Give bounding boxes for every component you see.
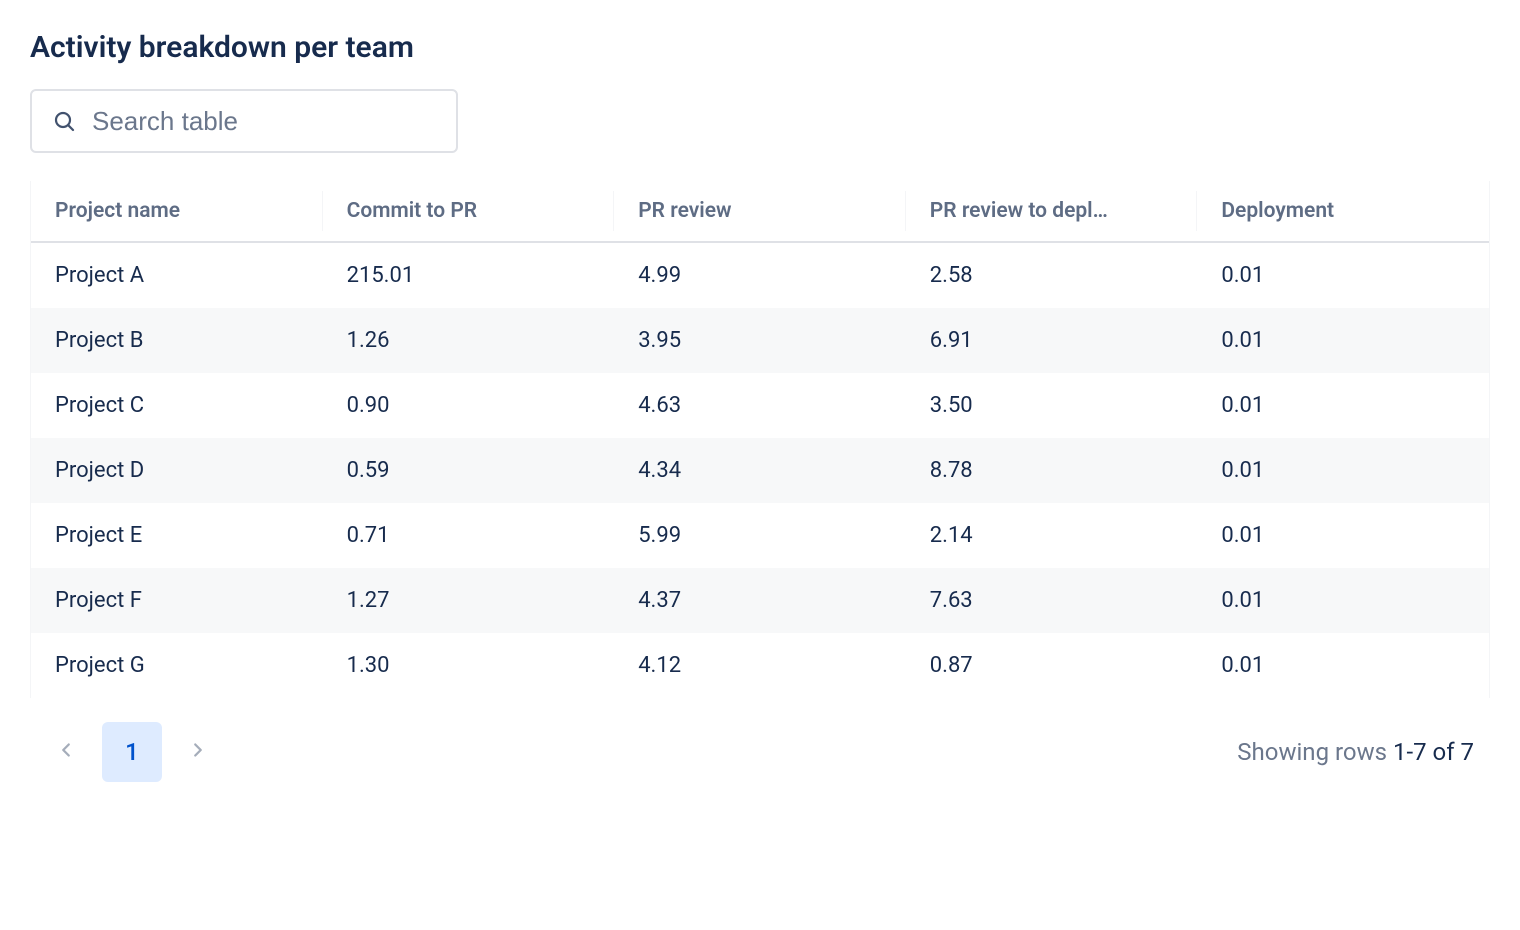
table-row: Project G1.304.120.870.01 [31, 633, 1489, 698]
col-pr-review-to-deploy[interactable]: PR review to depl… [906, 181, 1198, 242]
table-cell: Project C [31, 373, 323, 438]
chevron-right-icon [187, 739, 209, 765]
table-row: Project B1.263.956.910.01 [31, 308, 1489, 373]
chevron-left-icon [55, 739, 77, 765]
page-title: Activity breakdown per team [30, 30, 1490, 65]
table-cell: 8.78 [906, 438, 1198, 503]
pagination-controls: 1 [46, 722, 218, 782]
table-cell: Project A [31, 242, 323, 308]
table-row: Project F1.274.377.630.01 [31, 568, 1489, 633]
table-cell: Project E [31, 503, 323, 568]
table-header-row: Project name Commit to PR PR review PR r… [31, 181, 1489, 242]
col-pr-review[interactable]: PR review [614, 181, 906, 242]
table-cell: Project G [31, 633, 323, 698]
table-cell: 0.90 [323, 373, 615, 438]
table-cell: 4.99 [614, 242, 906, 308]
table-cell: 0.01 [1197, 242, 1489, 308]
table-cell: Project F [31, 568, 323, 633]
search-input[interactable] [92, 106, 436, 137]
table-cell: 4.37 [614, 568, 906, 633]
table-cell: 1.30 [323, 633, 615, 698]
activity-table: Project name Commit to PR PR review PR r… [31, 181, 1489, 698]
search-icon [52, 109, 76, 133]
table-cell: 0.01 [1197, 438, 1489, 503]
table-cell: 2.14 [906, 503, 1198, 568]
prev-page-button[interactable] [46, 732, 86, 772]
table-cell: 7.63 [906, 568, 1198, 633]
table-cell: 6.91 [906, 308, 1198, 373]
col-deployment[interactable]: Deployment [1197, 181, 1489, 242]
table-cell: 3.50 [906, 373, 1198, 438]
table-cell: 0.01 [1197, 308, 1489, 373]
col-commit-to-pr[interactable]: Commit to PR [323, 181, 615, 242]
table-cell: 0.71 [323, 503, 615, 568]
table-cell: 0.87 [906, 633, 1198, 698]
table-cell: 4.63 [614, 373, 906, 438]
table-row: Project A215.014.992.580.01 [31, 242, 1489, 308]
table-cell: 0.01 [1197, 503, 1489, 568]
table-cell: Project D [31, 438, 323, 503]
page-number-button[interactable]: 1 [102, 722, 162, 782]
table-row: Project E0.715.992.140.01 [31, 503, 1489, 568]
rows-info-range: 1-7 of 7 [1393, 738, 1474, 766]
table-cell: 3.95 [614, 308, 906, 373]
table-cell: Project B [31, 308, 323, 373]
table-cell: 2.58 [906, 242, 1198, 308]
rows-info: Showing rows 1-7 of 7 [1237, 738, 1474, 766]
pagination-row: 1 Showing rows 1-7 of 7 [30, 698, 1490, 790]
table-cell: 215.01 [323, 242, 615, 308]
table-row: Project D0.594.348.780.01 [31, 438, 1489, 503]
rows-info-prefix: Showing rows [1237, 738, 1393, 766]
table-cell: 1.26 [323, 308, 615, 373]
table-cell: 4.12 [614, 633, 906, 698]
search-wrapper[interactable] [30, 89, 458, 153]
table-cell: 0.01 [1197, 568, 1489, 633]
table-cell: 4.34 [614, 438, 906, 503]
table-container: Project name Commit to PR PR review PR r… [30, 181, 1490, 698]
table-cell: 0.59 [323, 438, 615, 503]
table-cell: 5.99 [614, 503, 906, 568]
table-cell: 1.27 [323, 568, 615, 633]
table-row: Project C0.904.633.500.01 [31, 373, 1489, 438]
table-cell: 0.01 [1197, 373, 1489, 438]
next-page-button[interactable] [178, 732, 218, 772]
table-cell: 0.01 [1197, 633, 1489, 698]
col-project-name[interactable]: Project name [31, 181, 323, 242]
